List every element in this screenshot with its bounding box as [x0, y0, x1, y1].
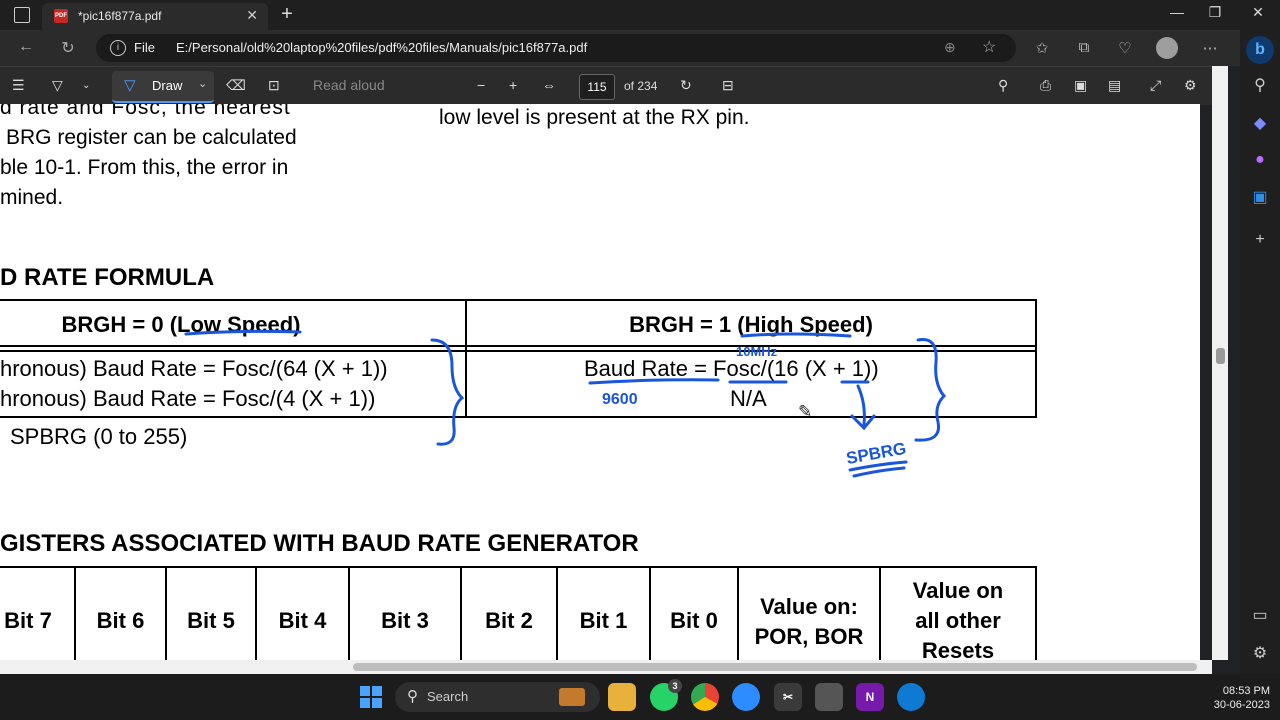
settings-icon[interactable]: ⚙: [1184, 77, 1197, 94]
draw-dropdown-icon[interactable]: ⌄: [198, 77, 207, 90]
chrome-icon[interactable]: [691, 683, 719, 711]
sidebar-games-icon[interactable]: ●: [1248, 148, 1272, 172]
browser-essentials-icon[interactable]: ♡: [1113, 39, 1137, 57]
eraser-icon[interactable]: ⌫: [226, 77, 246, 94]
pen-icon: ▽: [124, 77, 136, 94]
browser-tab[interactable]: PDF *pic16f877a.pdf ✕: [42, 3, 268, 30]
pdf-page: d rate and Fosc, the nearest BRG registe…: [0, 104, 1200, 660]
back-icon[interactable]: ←: [14, 38, 38, 56]
taskbar: ⚲ Search 3 ✂ N 08:53 PM 30-06-2023: [0, 674, 1280, 720]
favorites-icon[interactable]: ✩: [1030, 39, 1054, 57]
copilot-icon[interactable]: b: [1246, 36, 1274, 64]
site-info-icon[interactable]: i: [110, 40, 126, 56]
save-icon[interactable]: ▣: [1074, 77, 1087, 94]
maximize-icon[interactable]: ❐: [1200, 4, 1230, 21]
ink-note-9600: 9600: [602, 391, 638, 408]
sidebar-panel-icon[interactable]: ▭: [1248, 604, 1272, 628]
ink-annotations: 10MHz 9600 SPBRG: [184, 329, 947, 478]
address-bar-row: ← ↻ i File E:/Personal/old%20laptop%20fi…: [0, 30, 1240, 66]
draw-button[interactable]: ▽ Draw ⌄: [112, 71, 214, 103]
tab-bar: PDF *pic16f877a.pdf ✕ + — ❐ ✕: [0, 0, 1280, 30]
snipping-tool-icon[interactable]: ✂: [774, 683, 802, 711]
zoom-icon[interactable]: ⊕: [944, 39, 956, 56]
sidebar-settings-icon[interactable]: ⚙: [1248, 642, 1272, 666]
close-window-icon[interactable]: ✕: [1243, 4, 1273, 21]
whatsapp-badge: 3: [668, 679, 682, 693]
vertical-scroll-thumb[interactable]: [1216, 348, 1225, 364]
collections-icon[interactable]: ⧉: [1072, 39, 1096, 56]
edge-sidebar: b ⚲ ◆ ● ▣ + ▭ ⚙: [1240, 30, 1280, 674]
page-view-icon[interactable]: ⊟: [722, 77, 734, 94]
clock-time: 08:53 PM: [1222, 685, 1270, 697]
workspaces-icon[interactable]: [14, 7, 30, 23]
search-highlight-icon: [559, 688, 585, 706]
save-as-icon[interactable]: ▤: [1108, 77, 1121, 94]
clock-date: 30-06-2023: [1213, 699, 1270, 711]
search-icon: ⚲: [407, 688, 418, 705]
rotate-icon[interactable]: ↻: [680, 77, 692, 94]
ink-brace-right: [914, 337, 947, 442]
highlight-dropdown-icon[interactable]: ⌄: [82, 80, 90, 91]
sidebar-add-icon[interactable]: +: [1248, 228, 1272, 252]
horizontal-scroll-thumb[interactable]: [353, 663, 1197, 671]
pdf-file-icon: PDF: [54, 9, 68, 23]
vertical-scrollbar[interactable]: [1212, 66, 1228, 660]
sidebar-outlook-icon[interactable]: ▣: [1248, 186, 1272, 210]
system-clock[interactable]: 08:53 PM 30-06-2023: [1214, 684, 1270, 712]
text-box-icon[interactable]: ⊡: [268, 77, 280, 94]
find-icon[interactable]: ⚲: [998, 77, 1008, 94]
ink-underline-baud: [588, 378, 720, 385]
ink-underline-low-speed: [184, 329, 302, 336]
fit-page-icon[interactable]: ⇔: [542, 77, 556, 93]
onenote-icon[interactable]: N: [856, 683, 884, 711]
sidebar-search-icon[interactable]: ⚲: [1248, 74, 1272, 98]
highlight-icon[interactable]: ▽: [52, 77, 63, 94]
ink-arrow-to-spbrg: [850, 384, 876, 431]
start-windows-icon[interactable]: [360, 686, 382, 708]
zoom-icon[interactable]: [732, 683, 760, 711]
fullscreen-icon[interactable]: ⤢: [1150, 77, 1161, 94]
address-scheme-label: File: [134, 40, 155, 55]
whatsapp-icon[interactable]: 3: [650, 679, 682, 711]
horizontal-scrollbar[interactable]: [0, 660, 1212, 674]
address-bar[interactable]: i File E:/Personal/old%20laptop%20files/…: [96, 34, 1016, 62]
tab-title: *pic16f877a.pdf: [78, 9, 162, 23]
print-icon[interactable]: ⎙: [1040, 77, 1051, 94]
more-options-icon[interactable]: ⋯: [1198, 39, 1222, 57]
file-explorer-icon[interactable]: [608, 683, 636, 711]
zoom-out-icon[interactable]: −: [477, 77, 485, 93]
close-tab-icon[interactable]: ✕: [246, 7, 258, 24]
edge-icon[interactable]: [897, 683, 925, 711]
address-path[interactable]: E:/Personal/old%20laptop%20files/pdf%20f…: [176, 40, 587, 55]
favorite-star-icon[interactable]: ☆: [982, 37, 996, 57]
sidebar-tools-icon[interactable]: ◆: [1248, 112, 1272, 136]
pdf-toolbar: ☰ ▽ ⌄ ▽ Draw ⌄ ⌫ ⊡ Read aloud − + ⇔ 115 …: [0, 66, 1212, 105]
page-total: of 234: [624, 79, 658, 93]
taskbar-search[interactable]: ⚲ Search: [395, 682, 600, 712]
search-label: Search: [427, 689, 469, 704]
zoom-in-icon[interactable]: +: [509, 77, 517, 93]
mplab-icon[interactable]: [815, 683, 843, 711]
minimize-icon[interactable]: —: [1162, 4, 1192, 20]
ink-brace-left: [430, 338, 465, 446]
ink-note-fosc: 10MHz: [736, 344, 778, 359]
page-number-input[interactable]: 115: [579, 74, 615, 100]
profile-avatar[interactable]: [1156, 37, 1178, 59]
pen-cursor-icon: ✎: [798, 402, 813, 421]
draw-label: Draw: [152, 78, 183, 93]
ink-underline-fosc: [740, 332, 852, 338]
contents-icon[interactable]: ☰: [12, 77, 25, 94]
refresh-icon[interactable]: ↻: [56, 38, 80, 58]
new-tab-button[interactable]: +: [276, 3, 298, 25]
read-aloud-button[interactable]: Read aloud: [313, 77, 385, 93]
